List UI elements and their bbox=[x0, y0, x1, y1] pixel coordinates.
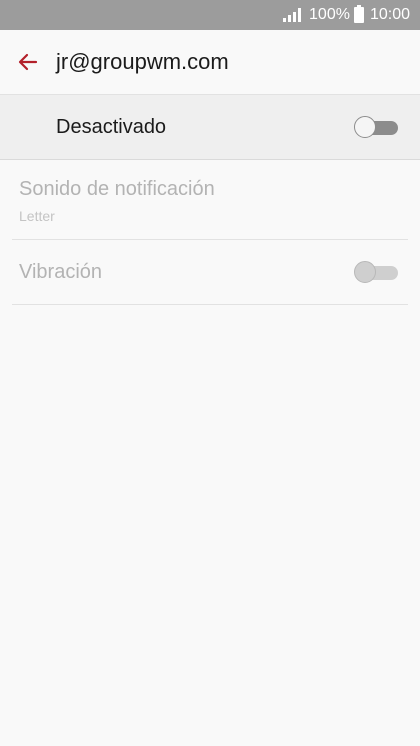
master-toggle-switch[interactable] bbox=[354, 116, 398, 138]
signal-icon bbox=[283, 8, 302, 22]
battery-icon bbox=[353, 5, 364, 23]
switch-thumb bbox=[354, 116, 376, 138]
page-title: jr@groupwm.com bbox=[56, 49, 229, 74]
notification-sound-row[interactable]: Sonido de notificación Letter bbox=[12, 160, 408, 240]
arrow-left-icon[interactable] bbox=[0, 30, 56, 95]
notification-sound-title: Sonido de notificación bbox=[19, 178, 215, 200]
master-switch-label: Desactivado bbox=[56, 115, 167, 138]
notification-sound-value: Letter bbox=[19, 208, 55, 224]
status-bar: 100% 10:00 bbox=[0, 0, 420, 30]
battery-percent: 100% bbox=[309, 6, 350, 23]
vibration-toggle-switch[interactable] bbox=[354, 261, 398, 283]
app-bar: jr@groupwm.com bbox=[0, 30, 420, 95]
switch-thumb bbox=[354, 261, 376, 283]
vibration-title: Vibración bbox=[19, 260, 103, 283]
vibration-row[interactable]: Vibración bbox=[12, 240, 408, 305]
clock: 10:00 bbox=[369, 6, 410, 23]
master-switch-row[interactable]: Desactivado bbox=[0, 95, 420, 160]
